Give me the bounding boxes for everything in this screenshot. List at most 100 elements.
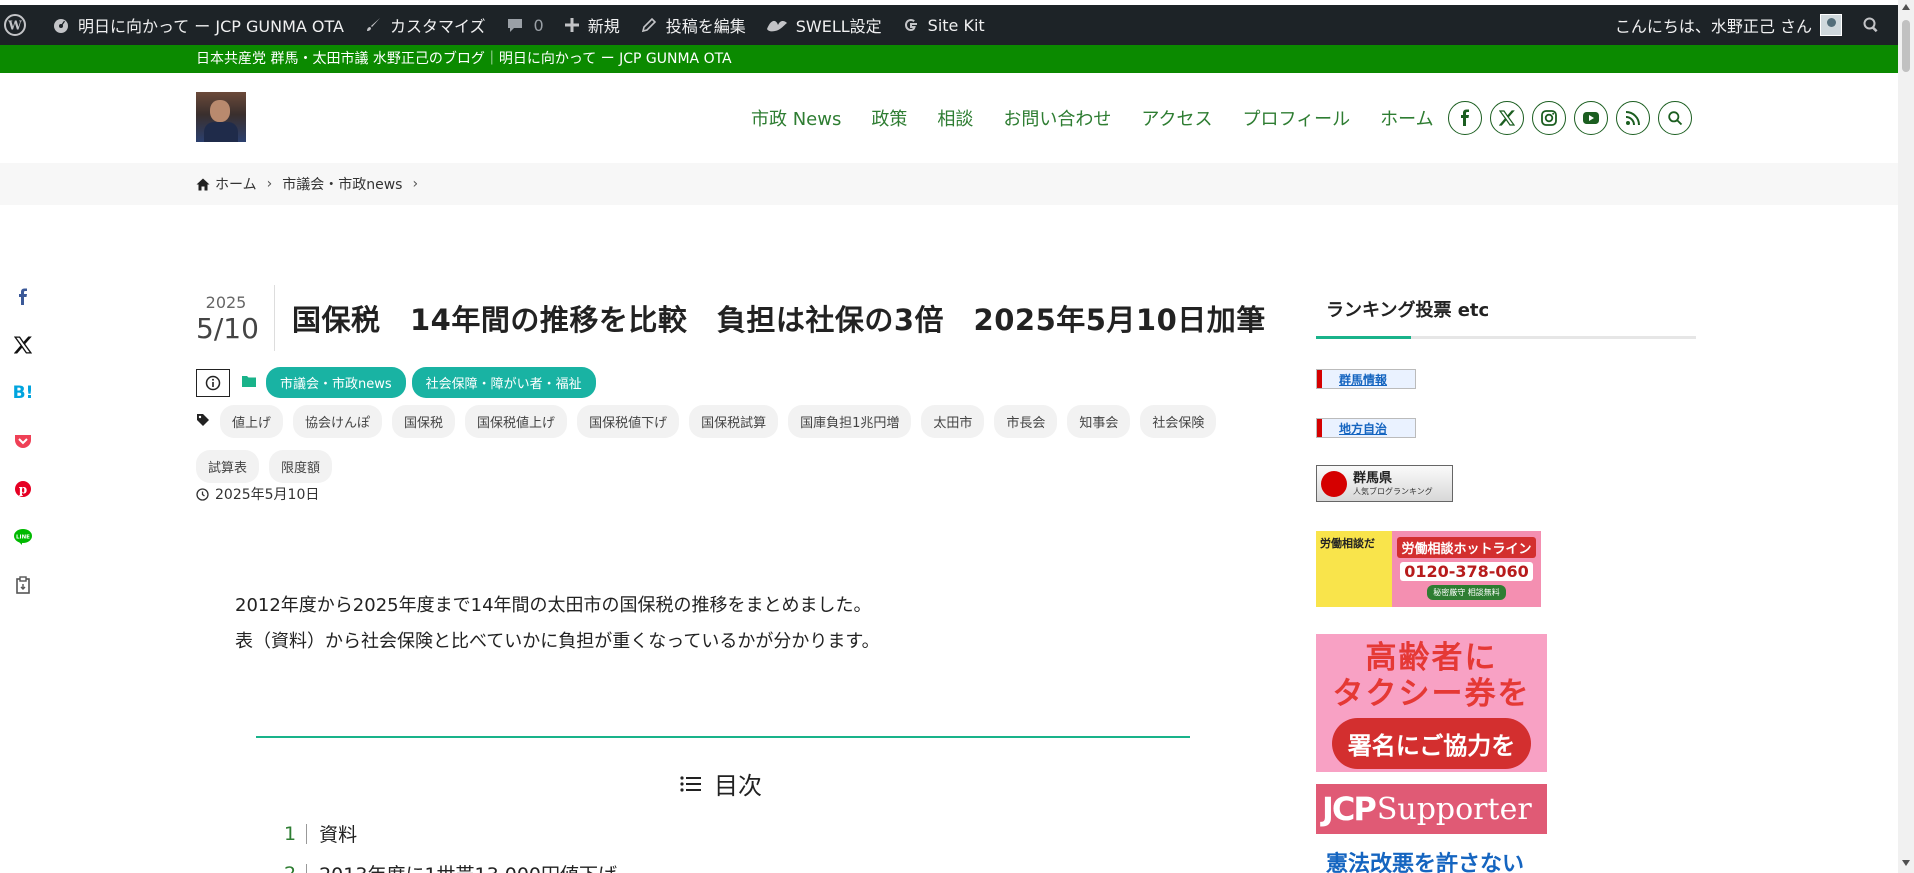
scrollbar-thumb[interactable]	[1902, 20, 1910, 72]
admin-site-kit[interactable]: Site Kit	[892, 5, 995, 45]
x-icon[interactable]	[12, 333, 34, 357]
admin-edit-post[interactable]: 投稿を編集	[630, 5, 756, 45]
toc-item-label: 資料	[319, 824, 358, 846]
avatar	[1820, 14, 1842, 36]
tag-item[interactable]: 協会けんぽ	[293, 405, 383, 438]
page-scrollbar[interactable]	[1898, 0, 1914, 873]
share-buttons: B! p LINE	[12, 285, 34, 597]
post-date-month-day: 5/10	[196, 312, 259, 345]
admin-account[interactable]: こんにちは、水野正己 さん	[1605, 5, 1852, 45]
post-date-year: 2025	[205, 293, 247, 312]
admin-swell-settings-label: SWELL設定	[795, 17, 882, 36]
banner-kenpo[interactable]: 憲法改悪を許さない	[1326, 846, 1524, 873]
admin-new[interactable]: 新規	[554, 5, 630, 45]
site-logo[interactable]	[196, 92, 246, 142]
instagram-icon[interactable]	[1532, 101, 1566, 135]
tag-item[interactable]: 国庫負担1兆円増	[788, 405, 912, 438]
admin-search-icon[interactable]	[1852, 5, 1898, 45]
breadcrumb-category[interactable]: 市議会・市政news	[282, 174, 402, 194]
tag-item[interactable]: 社会保険	[1140, 405, 1217, 438]
nav-item-profile[interactable]: プロフィール	[1227, 105, 1365, 131]
pencil-icon	[641, 17, 656, 33]
tag-item[interactable]: 市長会	[994, 405, 1058, 438]
tag-item[interactable]: 国保税値上げ	[465, 405, 568, 438]
nav-item-contact[interactable]: お問い合わせ	[988, 105, 1126, 131]
admin-bar: W 明日に向かって ー JCP GUNMA OTA カスタマイズ 0 新規 投稿…	[0, 5, 1898, 45]
toc-item-number: 2	[284, 863, 296, 873]
rss-icon[interactable]	[1616, 101, 1650, 135]
tag-item[interactable]: 知事会	[1067, 405, 1131, 438]
svg-text:p: p	[19, 483, 27, 497]
toc-title: 目次	[714, 772, 762, 800]
breadcrumb-home[interactable]: ホーム	[196, 174, 257, 194]
post-body: 2012年度から2025年度まで14年間の太田市の国保税の推移をまとめました。 …	[235, 588, 880, 660]
ranking-title: 群馬県	[1353, 470, 1393, 486]
tag-item[interactable]: 国保税	[392, 405, 456, 438]
admin-site-name-label: 明日に向かって ー JCP GUNMA OTA	[78, 17, 344, 36]
banner-gunma-info[interactable]: 群馬情報	[1316, 369, 1416, 389]
category-pill[interactable]: 社会保障・障がい者・福祉	[411, 367, 596, 398]
breadcrumb: ホーム › 市議会・市政news ›	[0, 163, 1898, 205]
line-icon[interactable]: LINE	[12, 525, 34, 549]
hatena-bookmark-icon[interactable]: B!	[12, 381, 34, 405]
facebook-icon[interactable]	[1448, 101, 1482, 135]
nav-item-home[interactable]: ホーム	[1365, 105, 1448, 131]
admin-site-name[interactable]: 明日に向かって ー JCP GUNMA OTA	[42, 5, 354, 45]
scroll-down-icon[interactable]	[1902, 860, 1910, 866]
admin-customize-label: カスタマイズ	[389, 17, 486, 36]
banner-chiho-jichi[interactable]: 地方自治	[1316, 418, 1416, 438]
tag-item[interactable]: 試算表	[196, 450, 260, 483]
scroll-up-icon[interactable]	[1902, 4, 1910, 10]
post-tags: 値上げ 協会けんぽ 国保税 国保税値上げ 国保税値下げ 国保税試算 国庫負担1兆…	[196, 405, 1246, 483]
tag-item[interactable]: 国保税試算	[689, 405, 779, 438]
banner-labor-hotline[interactable]: 労働相談だ 労働相談ホットライン 0120-378-060 秘密厳守 相談無料	[1316, 531, 1541, 607]
copy-url-icon[interactable]	[12, 573, 34, 597]
sidebar-widget-title: ランキング投票 etc	[1316, 296, 1696, 339]
comment-count: 0	[533, 15, 544, 35]
body-paragraph: 2012年度から2025年度まで14年間の太田市の国保税の推移をまとめました。	[235, 595, 872, 616]
brush-icon	[366, 18, 380, 31]
nav-item-access[interactable]: アクセス	[1126, 105, 1227, 131]
search-icon[interactable]	[1658, 101, 1692, 135]
jcp-text: JCP	[1322, 790, 1377, 828]
info-icon[interactable]	[196, 368, 230, 397]
toc-item[interactable]: 1 資料	[284, 820, 357, 847]
google-g-icon	[904, 18, 917, 32]
chevron-right-icon: ›	[266, 176, 273, 192]
banner-gunma-ranking[interactable]: 群馬県 人気ブログランキング	[1316, 465, 1453, 502]
nav-item-shisei-news[interactable]: 市政 News	[736, 105, 856, 131]
wordpress-logo-icon[interactable]: W	[0, 5, 42, 45]
swell-icon	[766, 20, 787, 32]
toc-item-label: 2013年度に1世帯13,000円値下げ	[319, 860, 617, 873]
admin-customize[interactable]: カスタマイズ	[354, 5, 496, 45]
site-header: 市政 News 政策 相談 お問い合わせ アクセス プロフィール ホーム	[0, 73, 1898, 163]
banner-jcp-supporter[interactable]: JCP Supporter	[1316, 784, 1547, 834]
ranking-subtitle: 人気ブログランキング	[1353, 486, 1433, 496]
category-pill[interactable]: 市議会・市政news	[266, 367, 406, 398]
taxi-line-1: 高齢者に	[1365, 640, 1498, 676]
list-icon	[680, 775, 701, 792]
x-icon[interactable]	[1490, 101, 1524, 135]
site-tagline: 日本共産党 群馬・太田市議 水野正己のブログ｜明日に向かって ー JCP GUN…	[0, 45, 1898, 73]
banner-taxi-petition[interactable]: 高齢者に タクシー券を 署名にご協力を	[1316, 634, 1547, 772]
tag-item[interactable]: 値上げ	[220, 405, 284, 438]
pinterest-icon[interactable]: p	[12, 477, 34, 501]
tag-item[interactable]: 限度額	[269, 450, 333, 483]
facebook-icon[interactable]	[12, 285, 34, 309]
comment-icon	[507, 19, 522, 32]
tag-item[interactable]: 太田市	[921, 405, 985, 438]
nav-item-seisaku[interactable]: 政策	[856, 105, 922, 131]
youtube-icon[interactable]	[1574, 101, 1608, 135]
divider	[274, 285, 275, 351]
admin-comments[interactable]: 0	[496, 5, 554, 45]
labor-phone: 0120-378-060	[1400, 562, 1533, 581]
tag-item[interactable]: 国保税値下げ	[577, 405, 680, 438]
admin-swell-settings[interactable]: SWELL設定	[756, 5, 892, 45]
chevron-right-icon: ›	[412, 176, 419, 192]
admin-greeting: こんにちは、水野正己 さん	[1614, 17, 1812, 36]
toc-item[interactable]: 2 2013年度に1世帯13,000円値下げ	[284, 860, 617, 873]
pocket-icon[interactable]	[12, 429, 34, 453]
admin-new-label: 新規	[587, 17, 620, 36]
nav-item-soudan[interactable]: 相談	[922, 105, 988, 131]
published-date: 2025年5月10日	[196, 484, 319, 504]
